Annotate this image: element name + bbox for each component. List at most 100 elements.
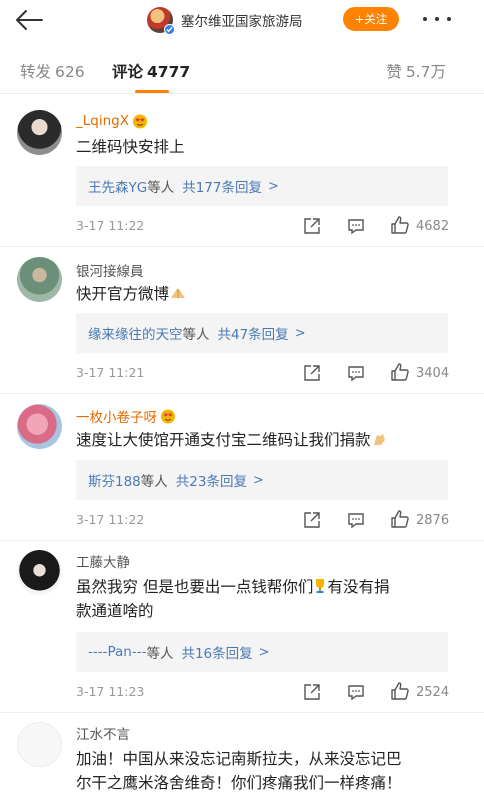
share-icon — [304, 218, 320, 234]
tab-comments[interactable]: 评论 4777 — [112, 60, 190, 82]
heart-face-icon — [132, 114, 147, 129]
share-icon — [304, 365, 320, 381]
comment-button[interactable] — [345, 682, 367, 702]
avatar[interactable] — [17, 110, 62, 155]
avatar[interactable] — [17, 257, 62, 302]
reply-count: 共16条回复 — [181, 646, 253, 662]
comment-icon — [348, 366, 364, 382]
comment-text-line: 尔干之鹰米洛舍维奇！你们疼痛我们一样疼痛！ — [76, 774, 402, 792]
reply-users[interactable]: 王先森YG — [88, 176, 147, 196]
comment-username[interactable]: 银河接線員 — [76, 260, 144, 280]
comment-icon — [348, 219, 364, 235]
comment-text: 快开官方微博 — [76, 282, 456, 306]
comment-icon — [348, 685, 364, 701]
repost-button[interactable] — [301, 510, 323, 530]
reply-count: 共177条回复 — [182, 180, 262, 196]
follow-button[interactable]: +关注 — [343, 7, 399, 31]
verified-icon — [164, 24, 175, 35]
share-icon — [304, 512, 320, 528]
like-button[interactable] — [389, 509, 411, 529]
comment-text-line: 加油！中国从来没忘记南斯拉夫，从来没忘记巴 — [76, 750, 402, 768]
tab-count: 4777 — [147, 63, 191, 81]
chevron-right-icon: > — [294, 325, 306, 341]
comment-time: 3-17 11:21 — [76, 365, 145, 380]
username-text: 江水不言 — [76, 727, 130, 743]
reply-users[interactable]: 缘来缘往的天空 — [88, 323, 183, 343]
username-text: _LqingX — [76, 113, 129, 129]
like-button[interactable] — [389, 215, 411, 235]
active-tab-indicator — [135, 90, 169, 93]
chevron-right-icon: > — [252, 472, 264, 488]
account-header[interactable]: 塞尔维亚国家旅游局 — [147, 6, 303, 35]
pray-hands-icon — [171, 289, 186, 298]
like-button[interactable] — [389, 362, 411, 382]
comment-text-body: 速度让大使馆开通支付宝二维码让我们捐款 — [76, 431, 371, 449]
reply-count: 共23条回复 — [175, 474, 247, 490]
comment-text-line: 款通道啥的 — [76, 602, 154, 620]
like-count: 2524 — [416, 685, 450, 700]
reply-suffix: 等人 — [182, 327, 210, 343]
tab-likes[interactable]: 赞 5.7万 — [386, 60, 446, 82]
heart-face-icon — [161, 409, 175, 424]
comment-time: 3-17 11:23 — [76, 684, 145, 699]
comment-button[interactable] — [345, 216, 367, 236]
avatar[interactable] — [17, 404, 62, 449]
page-title: 塞尔维亚国家旅游局 — [181, 14, 303, 30]
dot-icon — [435, 17, 439, 21]
tab-count: 626 — [55, 63, 85, 81]
thumbs-up-icon — [391, 682, 409, 700]
reply-summary[interactable]: 王先森YG 等人 共177条回复 > — [76, 166, 448, 206]
tab-label: 转发 — [20, 63, 52, 81]
username-text: 一枚小卷子呀 — [76, 410, 157, 426]
divider — [0, 712, 484, 713]
like-button[interactable] — [389, 681, 411, 701]
avatar[interactable] — [17, 722, 62, 767]
tab-reposts[interactable]: 转发 626 — [20, 60, 85, 82]
comment-username[interactable]: 江水不言 — [76, 723, 130, 743]
tab-label: 评论 — [112, 63, 144, 81]
chevron-right-icon: > — [258, 644, 270, 660]
dot-icon — [447, 17, 451, 21]
back-button[interactable] — [12, 6, 46, 34]
like-count: 2876 — [416, 513, 450, 528]
divider — [0, 540, 484, 541]
divider — [0, 393, 484, 394]
avatar[interactable] — [147, 7, 175, 35]
top-bar: 塞尔维亚国家旅游局 +关注 — [0, 0, 484, 40]
reply-suffix: 等人 — [147, 180, 175, 196]
repost-button[interactable] — [301, 682, 323, 702]
comment-username[interactable]: 工藤大静 — [76, 551, 130, 571]
comment-button[interactable] — [345, 363, 367, 383]
comment-text: 二维码快安排上 — [76, 138, 185, 156]
comment-time: 3-17 11:22 — [76, 218, 145, 233]
dot-icon — [423, 17, 427, 21]
username-text: 银河接線員 — [76, 264, 144, 280]
comment-text: 速度让大使馆开通支付宝二维码让我们捐款 — [76, 428, 456, 452]
tab-bar: 转发 626 评论 4777 赞 5.7万 — [0, 44, 484, 94]
reply-summary[interactable]: 斯芬188 等人 共23条回复 > — [76, 460, 448, 500]
comment-username[interactable]: 一枚小卷子呀 — [76, 406, 176, 426]
username-text: 工藤大静 — [76, 555, 130, 571]
reply-summary[interactable]: 缘来缘往的天空 等人 共47条回复 > — [76, 313, 448, 353]
comment-button[interactable] — [345, 510, 367, 530]
avatar[interactable] — [17, 550, 62, 595]
like-count: 3404 — [416, 366, 450, 381]
thumbs-up-icon — [391, 363, 409, 381]
reply-users[interactable]: ----Pan--- — [88, 644, 146, 660]
trophy-icon — [316, 579, 325, 593]
comment-time: 3-17 11:22 — [76, 512, 145, 527]
comment-text-line: 虽然我穷 但是也要出一点钱帮你们 — [76, 578, 314, 596]
thumbs-up-icon — [391, 510, 409, 528]
chevron-right-icon: > — [268, 178, 279, 194]
divider — [0, 246, 484, 247]
repost-button[interactable] — [301, 363, 323, 383]
comment-text-line: 有没有捐 — [327, 578, 390, 596]
reply-summary[interactable]: ----Pan--- 等人 共16条回复 > — [76, 632, 448, 672]
repost-button[interactable] — [301, 216, 323, 236]
comment-text: 虽然我穷 但是也要出一点钱帮你们 有没有捐 款通道啥的 — [76, 575, 456, 623]
comment-username[interactable]: _LqingX — [76, 113, 148, 129]
tab-label: 赞 — [386, 63, 402, 81]
reply-users[interactable]: 斯芬188 — [88, 470, 141, 490]
thumbs-up-icon — [391, 216, 409, 234]
more-options-button[interactable] — [420, 8, 454, 30]
